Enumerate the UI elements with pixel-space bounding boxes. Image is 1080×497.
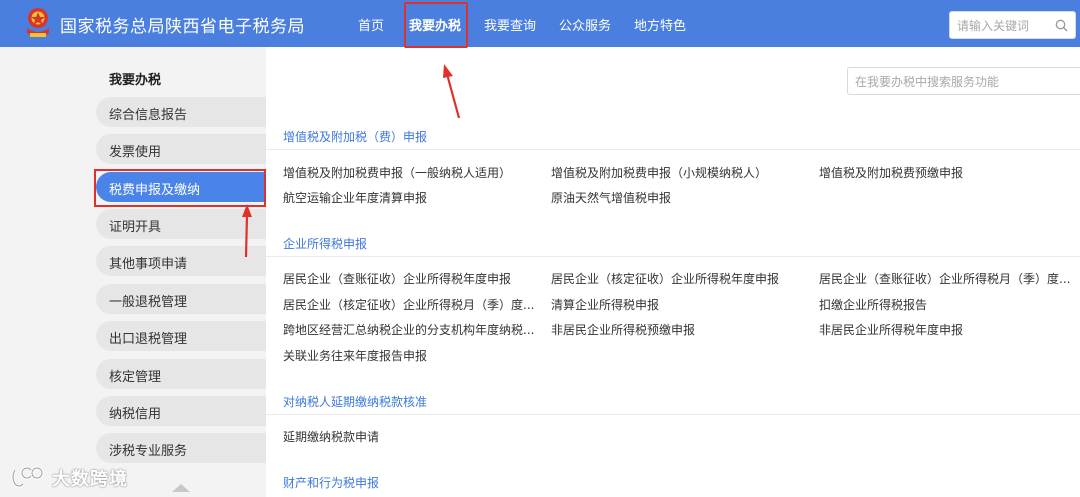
- section-title-property-behavior-tax: 财产和行为税申报: [283, 476, 380, 490]
- service-link[interactable]: 扣缴企业所得税报告: [819, 296, 927, 313]
- service-link[interactable]: 非居民企业所得税年度申报: [819, 321, 963, 338]
- sidebar-item-export-refund[interactable]: 出口退税管理: [96, 321, 266, 351]
- site-title[interactable]: 国家税务总局陕西省电子税务局: [60, 12, 305, 37]
- sidebar: 我要办税 综合信息报告 发票使用 税费申报及缴纳 证明开具 其他事项申请 一般退…: [0, 47, 266, 497]
- sidebar-item-invoice[interactable]: 发票使用: [96, 134, 266, 164]
- service-link[interactable]: 居民企业（查账征收）企业所得税年度申报: [283, 270, 511, 287]
- sidebar-item-general-refund[interactable]: 一般退税管理: [96, 284, 266, 314]
- sidebar-item-label: 证明开具: [109, 220, 162, 235]
- sidebar-item-label: 发票使用: [109, 145, 162, 160]
- scroll-up-icon[interactable]: [172, 484, 190, 492]
- service-link[interactable]: 居民企业（核定征收）企业所得税月（季）度...: [283, 296, 534, 313]
- nav-query[interactable]: 我要查询: [484, 15, 536, 34]
- service-link[interactable]: 延期缴纳税款申请: [283, 428, 379, 445]
- main-search-box: [847, 67, 1080, 95]
- section-title-vat: 增值税及附加税（费）申报: [283, 130, 428, 144]
- service-link[interactable]: 增值税及附加税费申报（一般纳税人适用）: [283, 164, 511, 181]
- tax-emblem-logo: [27, 8, 49, 37]
- main-search-input[interactable]: [855, 73, 1070, 90]
- nav-home[interactable]: 首页: [358, 15, 384, 34]
- service-link[interactable]: 航空运输企业年度清算申报: [283, 189, 427, 206]
- sidebar-item-assessment[interactable]: 核定管理: [96, 359, 266, 389]
- sidebar-item-label: 综合信息报告: [109, 108, 188, 123]
- service-link[interactable]: 增值税及附加税费预缴申报: [819, 164, 963, 181]
- section-divider: [266, 414, 1080, 415]
- annotation-sidebar-highlight-box: [94, 169, 266, 207]
- annotation-arrow-up-icon: [443, 64, 461, 119]
- header-search-input[interactable]: [957, 17, 1052, 34]
- service-link[interactable]: 增值税及附加税费申报（小规模纳税人）: [551, 164, 767, 181]
- sidebar-heading: 我要办税: [109, 73, 162, 88]
- annotation-arrow-up-icon: [242, 204, 252, 258]
- service-link[interactable]: 非居民企业所得税预缴申报: [551, 321, 695, 338]
- service-link[interactable]: 原油天然气增值税申报: [551, 189, 671, 206]
- watermark-logo-icon: [11, 466, 44, 488]
- section-divider: [266, 256, 1080, 257]
- sidebar-item-label: 一般退税管理: [109, 295, 188, 310]
- sidebar-item-professional-service[interactable]: 涉税专业服务: [96, 433, 266, 463]
- sidebar-item-label: 其他事项申请: [109, 257, 188, 272]
- service-link[interactable]: 关联业务往来年度报告申报: [283, 347, 427, 364]
- top-header: 国家税务总局陕西省电子税务局 首页 我要办税 我要查询 公众服务 地方特色: [0, 0, 1080, 47]
- nav-public-service[interactable]: 公众服务: [559, 15, 611, 34]
- watermark-text: 大数跨境: [52, 469, 128, 490]
- sidebar-item-label: 出口退税管理: [109, 332, 188, 347]
- section-title-deferred-payment: 对纳税人延期缴纳税款核准: [283, 395, 428, 409]
- sidebar-item-label: 纳税信用: [109, 407, 162, 422]
- service-link[interactable]: 居民企业（查账征收）企业所得税月（季）度...: [819, 270, 1070, 287]
- sidebar-item-label: 涉税专业服务: [109, 444, 188, 459]
- sidebar-item-label: 核定管理: [109, 370, 162, 385]
- sidebar-item-tax-credit[interactable]: 纳税信用: [96, 396, 266, 426]
- search-icon[interactable]: [1055, 19, 1068, 32]
- header-search-box: [949, 11, 1076, 39]
- service-link[interactable]: 跨地区经营汇总纳税企业的分支机构年度纳税...: [283, 321, 534, 338]
- annotation-nav-highlight-box: [404, 2, 468, 48]
- service-link[interactable]: 居民企业（核定征收）企业所得税年度申报: [551, 270, 779, 287]
- sidebar-item-info-report[interactable]: 综合信息报告: [96, 97, 266, 127]
- service-link[interactable]: 清算企业所得税申报: [551, 296, 659, 313]
- section-title-corporate-income-tax: 企业所得税申报: [283, 237, 368, 251]
- nav-local-features[interactable]: 地方特色: [634, 15, 686, 34]
- section-divider: [266, 149, 1080, 150]
